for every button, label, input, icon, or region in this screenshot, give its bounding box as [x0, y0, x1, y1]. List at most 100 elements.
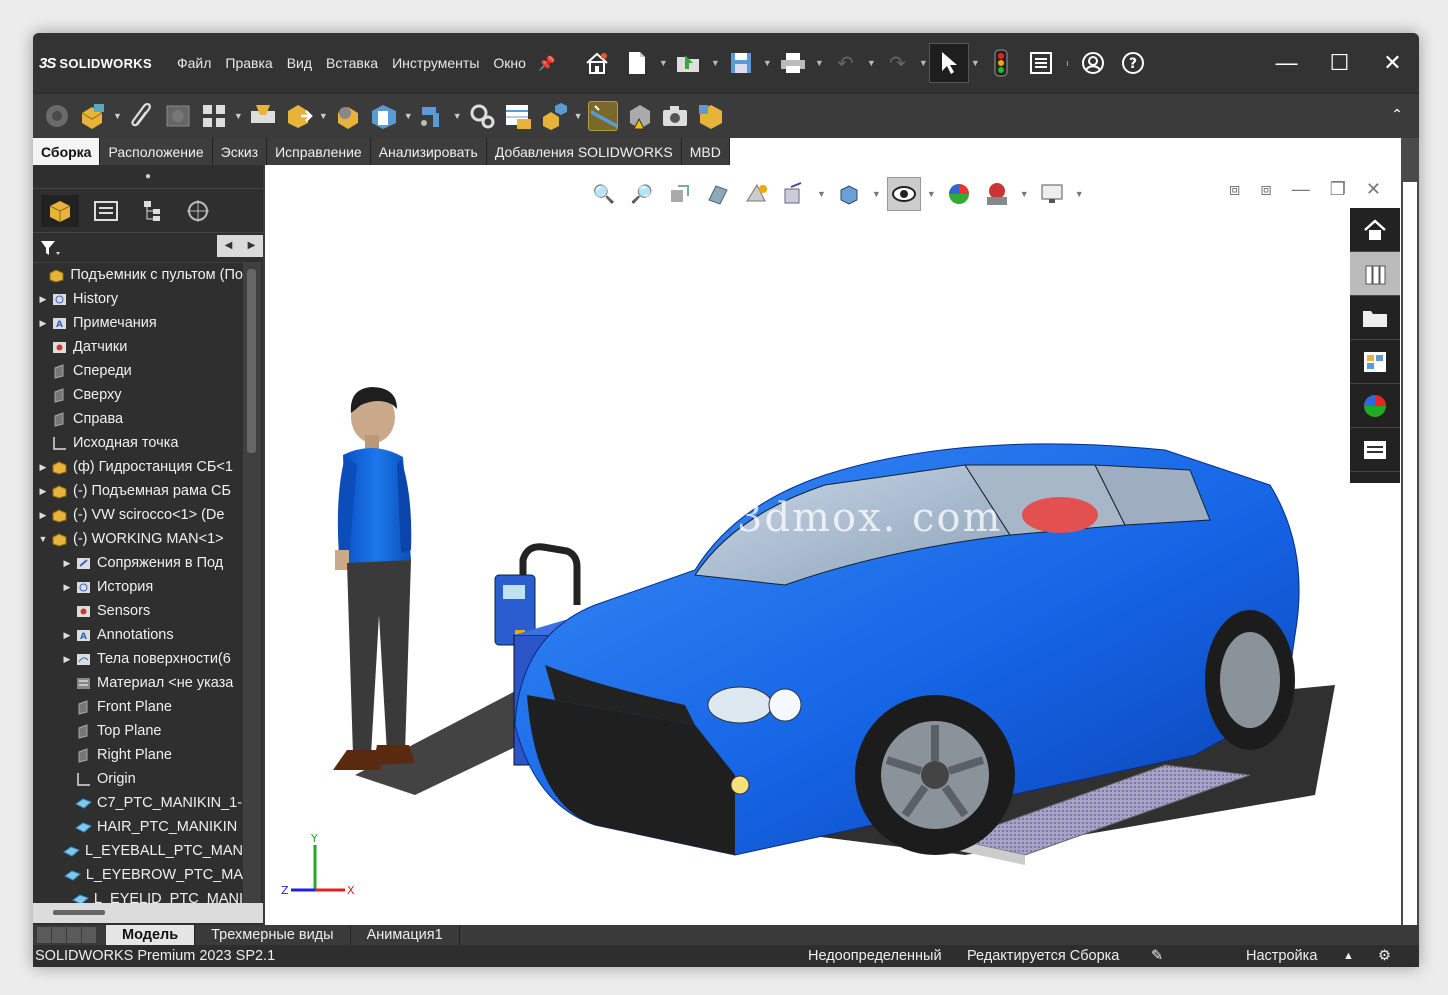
panel-scroll-left-icon[interactable]: ◀	[217, 235, 240, 257]
tree-item[interactable]: Исходная точка	[33, 431, 243, 455]
chevron-down-icon[interactable]: ▼	[813, 58, 825, 68]
tree-item[interactable]: ▶ Тела поверхности(6	[33, 647, 243, 671]
tree-item[interactable]: L_EYEBROW_PTC_MA	[33, 863, 243, 887]
expand-arrow-icon[interactable]: ▶	[37, 486, 49, 497]
custom-properties-icon[interactable]	[1350, 428, 1400, 472]
status-options-icon[interactable]: ⚙	[1378, 948, 1391, 964]
expand-arrow-icon[interactable]: ▶	[61, 582, 73, 593]
user-account-icon[interactable]	[1073, 43, 1113, 83]
tree-item[interactable]: Right Plane	[33, 743, 243, 767]
tree-item[interactable]: ▶ История	[33, 575, 243, 599]
model-scene[interactable]: Y X Z	[265, 165, 1401, 925]
close-icon[interactable]: ✕	[1366, 50, 1419, 76]
chevron-down-icon[interactable]: ▼	[319, 111, 328, 121]
expand-arrow-icon[interactable]: ▶	[61, 654, 73, 665]
tree-item[interactable]: ▶ A Примечания	[33, 311, 243, 335]
component-preview-icon[interactable]	[163, 101, 193, 131]
next-tab-icon[interactable]	[67, 927, 81, 943]
undo-icon[interactable]: ↶	[825, 43, 865, 83]
smart-fasteners-icon[interactable]	[248, 101, 278, 131]
tree-item[interactable]: ▶ History	[33, 287, 243, 311]
tab-assembly[interactable]: Сборка	[33, 138, 101, 165]
status-settings[interactable]: Настройка	[1246, 948, 1317, 964]
maximize-icon[interactable]: ☐	[1313, 50, 1366, 76]
bill-of-materials-icon[interactable]	[503, 101, 533, 131]
chevron-down-icon[interactable]: ▼	[761, 58, 773, 68]
tree-item[interactable]: L_EYELID_PTC_MANI	[33, 887, 243, 903]
instant3d-icon[interactable]	[587, 101, 618, 131]
tree-item[interactable]: Front Plane	[33, 695, 243, 719]
home-icon[interactable]	[577, 43, 617, 83]
expand-arrow-icon[interactable]: ▶	[37, 318, 49, 329]
graphics-area[interactable]: 🔍 🔎 ▼ ▼ ▼ ▼ ▼ ⧈ ⧈ — ❐ ✕ Y X Z 3dmox. com	[265, 165, 1401, 925]
chevron-up-icon[interactable]: ▲	[1343, 950, 1354, 962]
help-icon[interactable]: ?	[1113, 43, 1153, 83]
tab-evaluate[interactable]: Анализировать	[370, 138, 487, 165]
property-manager-tab-icon[interactable]	[87, 195, 125, 227]
tab-mbd[interactable]: MBD	[681, 138, 730, 165]
menu-edit[interactable]: Правка	[225, 55, 272, 71]
chevron-down-icon[interactable]: ▼	[709, 58, 721, 68]
chevron-down-icon[interactable]: ▼	[574, 111, 583, 121]
file-explorer-icon[interactable]	[1350, 296, 1400, 340]
interference-detection-icon[interactable]	[624, 101, 654, 131]
linear-pattern-icon[interactable]	[199, 101, 229, 131]
panel-grip[interactable]: ●	[33, 165, 263, 189]
expand-arrow-icon[interactable]: ▶	[37, 510, 49, 521]
chevron-down-icon[interactable]: ▼	[113, 111, 122, 121]
tree-horizontal-scrollbar[interactable]	[33, 903, 263, 923]
chevron-down-icon[interactable]: ▼	[404, 111, 413, 121]
tree-item[interactable]: ▼ (-) WORKING MAN<1>	[33, 527, 243, 551]
expand-arrow-icon[interactable]: ▶	[61, 558, 73, 569]
pin-icon[interactable]: 📌	[538, 55, 555, 72]
expand-arrow-icon[interactable]: ▶	[37, 294, 49, 305]
snapshot-camera-icon[interactable]	[660, 101, 690, 131]
tab-markup[interactable]: Исправление	[267, 138, 371, 165]
chevron-down-icon[interactable]: ▼	[453, 111, 462, 121]
tree-item[interactable]: Подъемник с пультом (По	[33, 263, 243, 287]
collapse-arrow-icon[interactable]: ▼	[37, 534, 49, 544]
tree-item[interactable]: Top Plane	[33, 719, 243, 743]
rebuild-pencil-icon[interactable]: ✎	[1151, 948, 1163, 964]
working-man-figure[interactable]	[333, 387, 415, 770]
new-motion-study-icon[interactable]	[467, 101, 497, 131]
print-icon[interactable]	[773, 43, 813, 83]
assembly-features-icon[interactable]	[369, 101, 399, 131]
chevron-down-icon[interactable]: ▼	[234, 111, 243, 121]
configuration-manager-tab-icon[interactable]	[133, 195, 171, 227]
tab-addins[interactable]: Добавления SOLIDWORKS	[486, 138, 682, 165]
move-component-icon[interactable]	[284, 101, 314, 131]
collapse-ribbon-icon[interactable]: ⌃	[1391, 106, 1403, 123]
large-assembly-icon[interactable]	[696, 101, 726, 131]
menu-file[interactable]: Файл	[177, 55, 211, 71]
tree-item[interactable]: Origin	[33, 767, 243, 791]
appearances-icon[interactable]	[1350, 384, 1400, 428]
reference-geometry-icon[interactable]	[418, 101, 448, 131]
filter-icon[interactable]	[39, 239, 61, 257]
select-cursor-icon[interactable]	[929, 43, 970, 83]
tab-layout[interactable]: Расположение	[100, 138, 213, 165]
tree-item[interactable]: Материал <не указа	[33, 671, 243, 695]
mate-paperclip-icon[interactable]	[127, 101, 157, 131]
first-tab-icon[interactable]	[37, 927, 51, 943]
tree-item[interactable]: L_EYEBALL_PTC_MAN	[33, 839, 243, 863]
tree-item[interactable]: Справа	[33, 407, 243, 431]
insert-component-icon[interactable]	[42, 101, 72, 131]
tree-item[interactable]: Sensors	[33, 599, 243, 623]
tree-item[interactable]: ▶ (-) VW scirocco<1> (De	[33, 503, 243, 527]
exploded-view-icon[interactable]	[539, 101, 569, 131]
new-document-icon[interactable]	[617, 43, 657, 83]
tab-animation[interactable]: Анимация1	[351, 925, 460, 945]
chevron-down-icon[interactable]: ▼	[969, 58, 981, 68]
tree-item[interactable]: ▶ (ф) Гидростанция СБ<1	[33, 455, 243, 479]
tree-item[interactable]: Сверху	[33, 383, 243, 407]
expand-arrow-icon[interactable]: ▶	[37, 462, 49, 473]
tree-item[interactable]: Спереди	[33, 359, 243, 383]
tree-scrollbar-thumb[interactable]	[247, 269, 256, 453]
tab-model[interactable]: Модель	[106, 925, 196, 945]
feature-manager-tab-icon[interactable]	[41, 194, 79, 227]
tree-item[interactable]: ▶ A Annotations	[33, 623, 243, 647]
menu-window[interactable]: Окно	[493, 55, 526, 71]
menu-insert[interactable]: Вставка	[326, 55, 378, 71]
tree-item[interactable]: ▶ Сопряжения в Под	[33, 551, 243, 575]
